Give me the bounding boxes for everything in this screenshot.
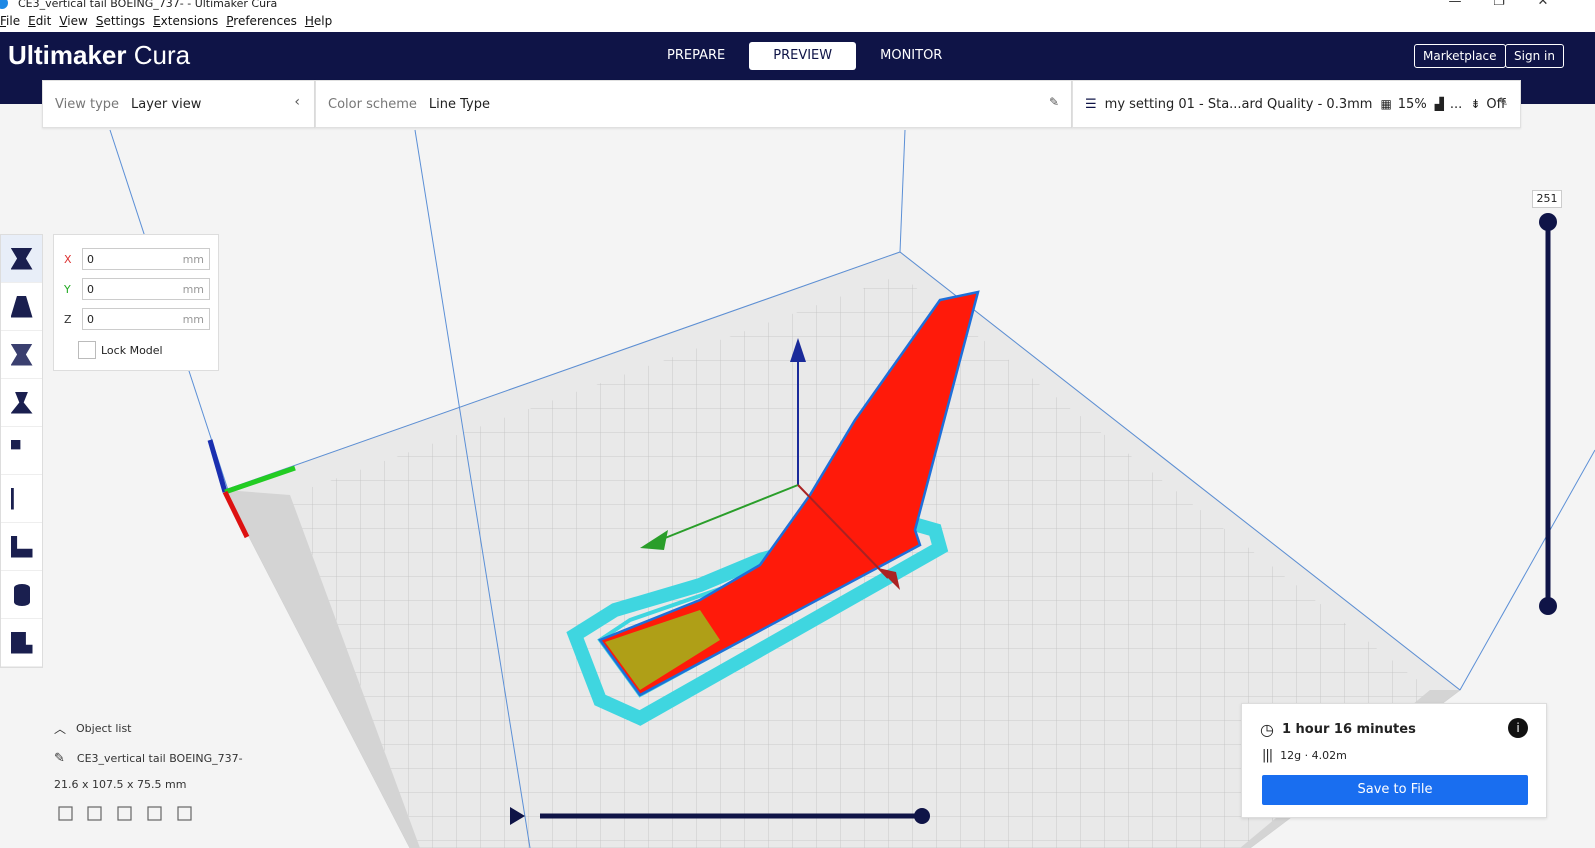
z-unit: mm <box>182 313 204 326</box>
lock-model-checkbox[interactable] <box>78 341 96 359</box>
scale-icon <box>10 295 33 318</box>
title-bar: CE3_vertical tail BOEING_737- - Ultimake… <box>0 0 1595 12</box>
material-row: ||| 12g · 4.02m <box>1262 748 1347 763</box>
cube-tool-button[interactable] <box>1 619 42 667</box>
y-unit: mm <box>182 283 204 296</box>
mirror-icon <box>10 391 33 414</box>
app-logo: Ultimaker Cura <box>8 40 190 71</box>
lock-model-label: Lock Model <box>101 343 163 357</box>
cube-icon <box>10 631 33 654</box>
view-type-panel[interactable]: View type Layer view ‹ <box>42 80 315 128</box>
object-list-title: Object list <box>76 722 132 735</box>
view-type-value: Layer view <box>131 96 202 112</box>
tab-prepare[interactable]: PREPARE <box>643 42 749 70</box>
tab-preview[interactable]: PREVIEW <box>749 42 857 70</box>
cylinder-icon <box>13 583 30 606</box>
support-blocker-icon <box>10 487 14 510</box>
save-to-file-button[interactable]: Save to File <box>1262 775 1528 805</box>
support-icon: ▟ <box>1434 97 1444 111</box>
move-icon <box>10 247 33 270</box>
cylinder-tool-button[interactable] <box>1 571 42 619</box>
close-icon[interactable]: ✕ <box>1528 0 1558 9</box>
rotate-icon <box>10 343 33 366</box>
stairs-tool-button[interactable] <box>1 523 42 571</box>
clock-icon: ◷ <box>1260 720 1274 739</box>
menu-bar: File Edit View Settings Extensions Prefe… <box>0 14 1595 32</box>
menu-extensions[interactable]: Extensions <box>153 14 218 32</box>
profile-name: my setting 01 - Sta...ard Quality - 0.3m… <box>1104 96 1373 112</box>
filament-icon: ||| <box>1262 748 1273 763</box>
z-row: Z 0 mm <box>64 308 210 330</box>
move-tool-button[interactable] <box>1 235 42 283</box>
minimize-icon[interactable]: — <box>1440 0 1470 9</box>
chevron-up-icon[interactable]: ︿ <box>54 720 66 737</box>
pencil-icon[interactable]: ✎ <box>1498 95 1508 109</box>
mirror-tool-button[interactable] <box>1 379 42 427</box>
marketplace-button[interactable]: Marketplace <box>1414 44 1506 68</box>
window-title: CE3_vertical tail BOEING_737- - Ultimake… <box>18 0 278 10</box>
z-label: Z <box>64 312 72 326</box>
object-name: CE3_vertical tail BOEING_737- <box>76 752 243 765</box>
material-usage: 12g · 4.02m <box>1280 749 1347 762</box>
sign-in-button[interactable]: Sign in <box>1505 44 1564 68</box>
maximize-icon[interactable]: ❐ <box>1484 0 1514 9</box>
tool-panel <box>0 234 43 668</box>
logo-brand: Ultimaker <box>8 40 127 70</box>
object-name-row: ✎ CE3_vertical tail BOEING_737- <box>54 751 243 766</box>
y-input[interactable]: 0 mm <box>82 278 210 300</box>
infill-icon: ▦ <box>1380 97 1392 111</box>
print-setup-panel[interactable]: ☰ my setting 01 - Sta...ard Quality - 0.… <box>1072 80 1521 128</box>
view-type-label: View type <box>55 96 120 112</box>
per-model-settings-icon <box>10 439 21 450</box>
adhesion-icon: ⇟ <box>1470 97 1481 111</box>
logo-product: Cura <box>133 40 191 70</box>
object-dimensions: 21.6 x 107.5 x 75.5 mm <box>54 778 187 791</box>
object-list: ︿ Object list ✎ CE3_vertical tail BOEING… <box>54 720 243 791</box>
info-icon[interactable]: i <box>1508 718 1528 738</box>
x-row: X 0 mm <box>64 248 210 270</box>
cura-app-icon <box>0 0 8 9</box>
x-unit: mm <box>182 253 204 266</box>
x-value: 0 <box>87 253 94 266</box>
menu-edit[interactable]: Edit <box>28 14 51 32</box>
print-time: 1 hour 16 minutes <box>1281 722 1416 737</box>
color-scheme-label: Color scheme <box>328 96 417 112</box>
x-label: X <box>64 252 72 266</box>
layer-number-input[interactable]: 251 <box>1532 190 1562 208</box>
z-value: 0 <box>87 313 94 326</box>
print-time-row: ◷ 1 hour 16 minutes <box>1260 720 1416 739</box>
color-scheme-panel[interactable]: Color scheme Line Type ✎ <box>315 80 1072 128</box>
scale-tool-button[interactable] <box>1 283 42 331</box>
x-input[interactable]: 0 mm <box>82 248 210 270</box>
pencil-icon[interactable]: ✎ <box>1049 95 1059 109</box>
y-row: Y 0 mm <box>64 278 210 300</box>
stairs-icon <box>10 535 33 558</box>
lock-model-row: Lock Model <box>78 341 163 359</box>
pencil-icon[interactable]: ✎ <box>54 751 65 766</box>
profile-icon: ☰ <box>1085 96 1097 112</box>
menu-view[interactable]: View <box>59 14 87 32</box>
menu-settings[interactable]: Settings <box>96 14 145 32</box>
support-value: ... <box>1449 96 1463 112</box>
support-blocker-button[interactable] <box>1 475 42 523</box>
object-list-header[interactable]: ︿ Object list <box>54 720 243 737</box>
color-scheme-value: Line Type <box>428 96 490 112</box>
rotate-tool-button[interactable] <box>1 331 42 379</box>
menu-preferences[interactable]: Preferences <box>226 14 297 32</box>
menu-help[interactable]: Help <box>305 14 332 32</box>
move-panel: X 0 mm Y 0 mm Z 0 mm Lock Model <box>53 234 219 371</box>
app-header: Ultimaker Cura PREPARE PREVIEW MONITOR M… <box>0 32 1595 80</box>
y-label: Y <box>64 282 71 296</box>
y-value: 0 <box>87 283 94 296</box>
per-model-settings-button[interactable] <box>1 427 42 475</box>
chevron-left-icon[interactable]: ‹ <box>294 94 300 110</box>
print-info-panel: ◷ 1 hour 16 minutes i ||| 12g · 4.02m Sa… <box>1241 703 1547 818</box>
tab-monitor[interactable]: MONITOR <box>856 42 966 70</box>
infill-value: 15% <box>1397 96 1427 112</box>
stage-tabs: PREPARE PREVIEW MONITOR <box>643 42 966 70</box>
z-input[interactable]: 0 mm <box>82 308 210 330</box>
menu-file[interactable]: File <box>0 14 20 32</box>
